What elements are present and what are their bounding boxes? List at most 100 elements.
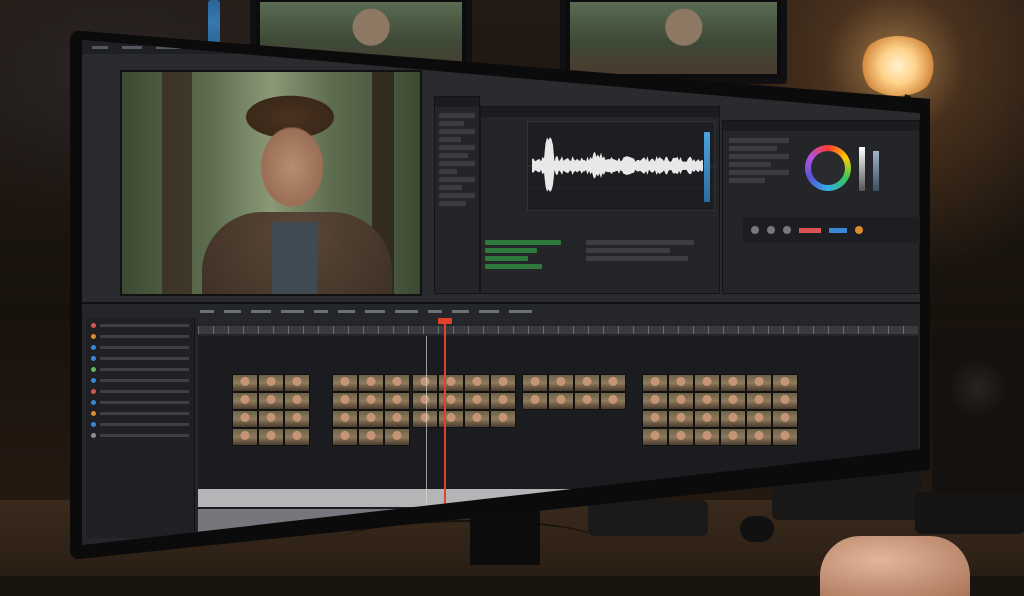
clip-thumbnail[interactable]: [412, 392, 438, 410]
track-header-row[interactable]: [91, 399, 189, 406]
clip-thumbnail[interactable]: [642, 428, 668, 446]
clip-thumbnail[interactable]: [258, 428, 284, 446]
clip-thumbnail[interactable]: [600, 392, 626, 410]
clip-thumbnail[interactable]: [642, 374, 668, 392]
clip-thumbnail[interactable]: [358, 428, 384, 446]
clip-thumbnail[interactable]: [232, 410, 258, 428]
media-browser-panel[interactable]: [434, 96, 480, 294]
track-header-row[interactable]: [91, 410, 189, 417]
audio-waveform[interactable]: [527, 121, 715, 211]
track-header-row[interactable]: [91, 355, 189, 362]
timeline-ruler[interactable]: [198, 326, 918, 334]
clip-thumbnail[interactable]: [384, 428, 410, 446]
clip-thumbnail[interactable]: [720, 374, 746, 392]
audio-waveform-panel[interactable]: [480, 106, 720, 294]
clip-thumbnail[interactable]: [720, 428, 746, 446]
timeline-tab[interactable]: [428, 310, 442, 313]
timeline-tab[interactable]: [281, 310, 304, 313]
clip-thumbnail[interactable]: [772, 392, 798, 410]
track-header-row[interactable]: [91, 333, 189, 340]
clip-thumbnail[interactable]: [574, 374, 600, 392]
clip-group[interactable]: [522, 374, 626, 410]
clip-thumbnail[interactable]: [358, 374, 384, 392]
clip-thumbnail[interactable]: [694, 374, 720, 392]
clip-thumbnail[interactable]: [720, 392, 746, 410]
clip-thumbnail[interactable]: [746, 410, 772, 428]
clip-thumbnail[interactable]: [332, 428, 358, 446]
clip-thumbnail[interactable]: [668, 392, 694, 410]
clip-thumbnail[interactable]: [668, 374, 694, 392]
clip-thumbnail[interactable]: [438, 374, 464, 392]
clip-thumbnail[interactable]: [490, 410, 516, 428]
track-header-row[interactable]: [91, 366, 189, 373]
clip-thumbnail[interactable]: [284, 410, 310, 428]
clip-thumbnail[interactable]: [258, 410, 284, 428]
clip-thumbnail[interactable]: [412, 410, 438, 428]
clip-thumbnail[interactable]: [490, 374, 516, 392]
clip-thumbnail[interactable]: [772, 374, 798, 392]
clip-thumbnail[interactable]: [522, 392, 548, 410]
track-header-row[interactable]: [91, 432, 189, 439]
timeline-tab[interactable]: [365, 310, 385, 313]
clip-thumbnail[interactable]: [574, 392, 600, 410]
clip-thumbnail[interactable]: [438, 392, 464, 410]
track-header-row[interactable]: [91, 388, 189, 395]
clip-thumbnail[interactable]: [548, 374, 574, 392]
clip-thumbnail[interactable]: [438, 410, 464, 428]
clip-thumbnail[interactable]: [258, 374, 284, 392]
clip-thumbnail[interactable]: [464, 374, 490, 392]
clip-thumbnail[interactable]: [694, 392, 720, 410]
clip-thumbnail[interactable]: [548, 392, 574, 410]
clip-thumbnail[interactable]: [332, 392, 358, 410]
clip-thumbnail[interactable]: [642, 410, 668, 428]
source-viewer[interactable]: [120, 70, 422, 296]
clip-thumbnail[interactable]: [332, 374, 358, 392]
menu-item[interactable]: [122, 45, 142, 49]
clip-thumbnail[interactable]: [746, 374, 772, 392]
clip-thumbnail[interactable]: [668, 410, 694, 428]
clip-thumbnail[interactable]: [284, 374, 310, 392]
clip-thumbnail[interactable]: [258, 392, 284, 410]
clip-thumbnail[interactable]: [284, 392, 310, 410]
color-wheel[interactable]: [805, 145, 851, 191]
timeline-tab[interactable]: [479, 310, 499, 313]
timeline-tab[interactable]: [200, 310, 214, 313]
grading-controls[interactable]: [743, 217, 920, 243]
clip-thumbnail[interactable]: [384, 410, 410, 428]
timeline-tab[interactable]: [509, 310, 532, 313]
clip-thumbnail[interactable]: [384, 374, 410, 392]
clip-thumbnail[interactable]: [642, 392, 668, 410]
clip-thumbnail[interactable]: [694, 410, 720, 428]
clip-thumbnail[interactable]: [464, 410, 490, 428]
track-header-row[interactable]: [91, 377, 189, 384]
clip-thumbnail[interactable]: [694, 428, 720, 446]
clip-thumbnail[interactable]: [600, 374, 626, 392]
timeline-tab[interactable]: [224, 310, 241, 313]
clip-thumbnail[interactable]: [746, 428, 772, 446]
clip-thumbnail[interactable]: [522, 374, 548, 392]
clip-group[interactable]: [642, 374, 798, 446]
clip-thumbnail[interactable]: [358, 410, 384, 428]
level-slider[interactable]: [873, 151, 879, 191]
clip-thumbnail[interactable]: [464, 392, 490, 410]
computer-mouse[interactable]: [740, 516, 774, 542]
timeline-tab[interactable]: [395, 310, 418, 313]
timeline-tab[interactable]: [314, 310, 328, 313]
clip-thumbnail[interactable]: [384, 392, 410, 410]
clip-thumbnail[interactable]: [284, 428, 310, 446]
clip-thumbnail[interactable]: [490, 392, 516, 410]
clip-thumbnail[interactable]: [412, 374, 438, 392]
clip-thumbnail[interactable]: [232, 428, 258, 446]
clip-thumbnail[interactable]: [358, 392, 384, 410]
track-header-row[interactable]: [91, 344, 189, 351]
clip-thumbnail[interactable]: [746, 392, 772, 410]
clip-group[interactable]: [412, 374, 516, 428]
menu-item[interactable]: [92, 45, 108, 49]
timeline-tab[interactable]: [338, 310, 355, 313]
clip-group[interactable]: [332, 374, 410, 446]
clip-thumbnail[interactable]: [668, 428, 694, 446]
clip-group[interactable]: [232, 374, 310, 446]
clip-thumbnail[interactable]: [332, 410, 358, 428]
clip-thumbnail[interactable]: [772, 428, 798, 446]
clip-thumbnail[interactable]: [772, 410, 798, 428]
